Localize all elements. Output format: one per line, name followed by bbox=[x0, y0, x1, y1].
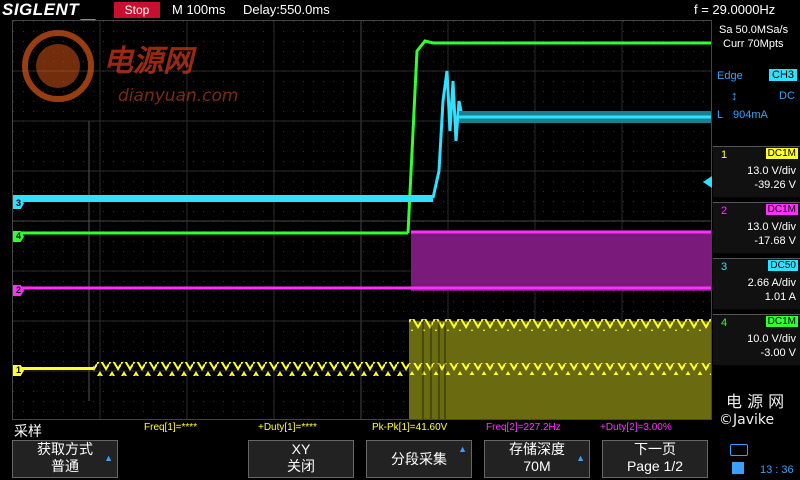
softkey-next-page-value: Page 1/2 bbox=[626, 458, 684, 474]
channel-4-info[interactable]: 4 DC1M 10.0 V/div -3.00 V bbox=[713, 314, 800, 365]
usb-icon bbox=[730, 444, 748, 456]
softkey-acquire-mode-value: 普通 bbox=[51, 458, 79, 474]
watermark-right-author: ©Javike bbox=[719, 412, 775, 428]
ch2-number: 2 bbox=[721, 205, 728, 217]
meas-pkpk1: Pk-Pk[1]=41.60V bbox=[372, 422, 448, 433]
meas-duty2: +Duty[2]=3.00% bbox=[600, 422, 672, 433]
ch3-coupling: DC50 bbox=[768, 260, 798, 271]
ch4-coupling: DC1M bbox=[765, 316, 798, 327]
frequency-counter: f = 29.0000Hz bbox=[694, 2, 776, 17]
trigger-coupling: DC bbox=[779, 90, 795, 102]
trigger-type: Edge bbox=[717, 70, 743, 82]
ch3-offset: 1.01 A bbox=[764, 291, 796, 303]
ch2-coupling: DC1M bbox=[765, 204, 798, 215]
waveform-display[interactable]: 电源网 dianyuan.com 3 4 2 1 bbox=[12, 20, 712, 420]
softkey-xy-value: 关闭 bbox=[287, 458, 315, 474]
watermark-right-cn: 电 源 网 bbox=[726, 392, 785, 411]
clock: 13 : 36 bbox=[760, 464, 794, 476]
meas-freq2: Freq[2]=227.2Hz bbox=[486, 422, 561, 433]
delay-readout[interactable]: Delay:550.0ms bbox=[243, 0, 330, 20]
trigger-panel[interactable]: Edge CH3 ↕ DC L 904mA bbox=[713, 60, 800, 140]
brand-logo: SIGLENT bbox=[2, 0, 80, 19]
trigger-level-marker[interactable] bbox=[703, 176, 712, 188]
ch3-scale: 2.66 A/div bbox=[747, 277, 796, 289]
network-icon bbox=[732, 462, 744, 474]
softkey-xy[interactable]: XY 关闭 bbox=[248, 440, 354, 478]
channel-3-info[interactable]: 3 DC50 2.66 A/div 1.01 A bbox=[713, 258, 800, 309]
top-status-bar: SIGLENT Stop M 100ms Delay:550.0ms f = 2… bbox=[0, 0, 800, 20]
ch1-offset: -39.26 V bbox=[754, 179, 796, 191]
watermark-url-text: dianyuan.com bbox=[118, 86, 238, 106]
arrow-icon: ▲ bbox=[576, 453, 585, 463]
softkey-memory-depth-value: 70M bbox=[523, 458, 551, 474]
ch2-scale: 13.0 V/div bbox=[747, 221, 796, 233]
softkey-segmented[interactable]: 分段采集 ▲ bbox=[366, 440, 472, 478]
ch1-number: 1 bbox=[721, 149, 728, 161]
meas-duty1: +Duty[1]=**** bbox=[258, 422, 317, 433]
measurement-bar: Freq[1]=**** +Duty[1]=**** Pk-Pk[1]=41.6… bbox=[0, 420, 712, 438]
ch1-coupling: DC1M bbox=[765, 148, 798, 159]
channel-2-info[interactable]: 2 DC1M 13.0 V/div -17.68 V bbox=[713, 202, 800, 253]
channel-1-info[interactable]: 1 DC1M 13.0 V/div -39.26 V bbox=[713, 146, 800, 197]
trigger-level-value: 904mA bbox=[733, 109, 768, 121]
ch1-scale: 13.0 V/div bbox=[747, 165, 796, 177]
dianyuan-watermark: 电源网 dianyuan.com bbox=[22, 30, 238, 106]
run-stop-indicator[interactable]: Stop bbox=[114, 2, 160, 18]
trigger-level-label: L bbox=[717, 109, 724, 121]
trigger-source: CH3 bbox=[769, 69, 798, 81]
rising-edge-icon: ↕ bbox=[731, 88, 738, 103]
softkey-segmented-label: 分段采集 bbox=[391, 451, 447, 467]
sample-rate: Sa 50.0MSa/s bbox=[719, 24, 789, 36]
watermark-cn-text: 电源网 bbox=[103, 44, 197, 79]
memory-depth: Curr 70Mpts bbox=[723, 38, 784, 50]
softkey-next-page[interactable]: 下一页 Page 1/2 bbox=[602, 440, 708, 478]
softkey-xy-label: XY bbox=[291, 441, 311, 457]
ch3-number: 3 bbox=[721, 261, 728, 273]
meas-freq1: Freq[1]=**** bbox=[144, 422, 198, 433]
ch4-number: 4 bbox=[721, 317, 728, 329]
arrow-icon: ▲ bbox=[458, 444, 467, 454]
softkey-memory-depth[interactable]: 存储深度 70M ▲ bbox=[484, 440, 590, 478]
softkey-acquire-mode-label: 获取方式 bbox=[37, 441, 93, 457]
ch4-scale: 10.0 V/div bbox=[747, 333, 796, 345]
ch4-offset: -3.00 V bbox=[760, 347, 796, 359]
timebase-readout[interactable]: M 100ms bbox=[172, 0, 225, 20]
arrow-icon: ▲ bbox=[104, 453, 113, 463]
right-info-panel: Sa 50.0MSa/s Curr 70Mpts Edge CH3 ↕ DC L… bbox=[713, 20, 800, 440]
softkey-memory-depth-label: 存储深度 bbox=[509, 441, 565, 457]
softkey-acquire-mode[interactable]: 获取方式 普通 ▲ bbox=[12, 440, 118, 478]
softkey-next-page-label: 下一页 bbox=[634, 441, 676, 457]
ch2-offset: -17.68 V bbox=[754, 235, 796, 247]
